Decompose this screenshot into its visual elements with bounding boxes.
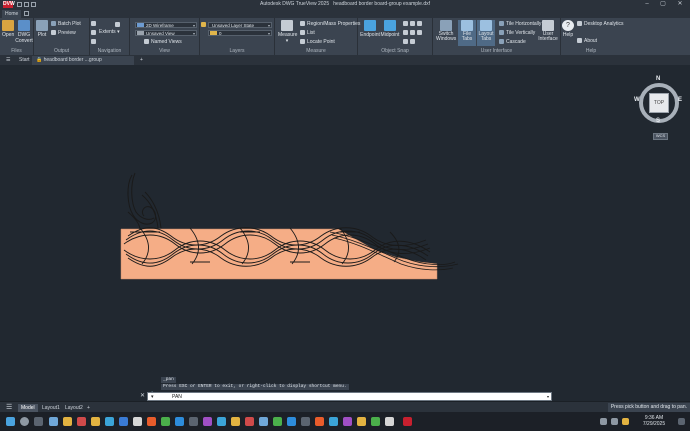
viewcube-top-face[interactable]: TOP (649, 93, 669, 113)
taskbar-app-4-icon[interactable] (119, 417, 128, 426)
taskbar-app-7-icon[interactable] (161, 417, 170, 426)
taskbar-app-1-icon[interactable] (49, 417, 58, 426)
search-icon[interactable] (20, 417, 29, 426)
command-history-2: Press ESC or ENTER to exit, or right-cli… (161, 384, 349, 390)
command-current: PAN (172, 394, 182, 400)
clock-date: 7/29/2025 (642, 421, 666, 427)
taskbar-app-2-icon[interactable] (77, 417, 86, 426)
taskbar-app-19-icon[interactable] (329, 417, 338, 426)
drawing-svg (120, 172, 459, 280)
scroll-ornament (127, 172, 162, 231)
compass-north[interactable]: N (656, 76, 660, 82)
tab-layout2[interactable]: Layout2 (62, 404, 86, 412)
command-close-icon[interactable]: ✕ (140, 392, 145, 399)
command-history-toggle-icon[interactable]: ▾ (547, 394, 549, 399)
status-message: Press pick button and drag to pan. (607, 403, 690, 412)
compass-west[interactable]: W (634, 97, 640, 103)
taskbar-app-14-icon[interactable] (259, 417, 268, 426)
tab-layout1[interactable]: Layout1 (39, 404, 63, 412)
taskbar-app-11-icon[interactable] (217, 417, 226, 426)
taskbar: 9:36 AM 7/29/2025 (0, 412, 690, 431)
taskbar-app-13-icon[interactable] (245, 417, 254, 426)
taskbar-app-16-icon[interactable] (287, 417, 296, 426)
tab-model[interactable]: Model (18, 404, 38, 412)
taskbar-app-10-icon[interactable] (203, 417, 212, 426)
tray-network-icon[interactable] (600, 418, 607, 425)
taskbar-app-12-icon[interactable] (231, 417, 240, 426)
taskbar-app-5-icon[interactable] (133, 417, 142, 426)
command-history-1: _pan (161, 377, 176, 383)
command-line-input[interactable]: ▾ PAN ▾ (147, 392, 552, 401)
dwg-trueview-taskbar-icon[interactable] (403, 417, 412, 426)
file-explorer-icon[interactable] (63, 417, 72, 426)
taskbar-app-15-icon[interactable] (273, 417, 282, 426)
tray-volume-icon[interactable] (611, 418, 618, 425)
taskbar-app-17-icon[interactable] (301, 417, 310, 426)
edge-icon[interactable] (105, 417, 114, 426)
taskbar-app-3-icon[interactable] (91, 417, 100, 426)
taskbar-app-8-icon[interactable] (175, 417, 184, 426)
layout-menu-icon[interactable]: ☰ (3, 404, 15, 412)
compass-east[interactable]: E (678, 97, 682, 103)
taskbar-app-20-icon[interactable] (343, 417, 352, 426)
taskbar-app-9-icon[interactable] (189, 417, 198, 426)
taskbar-app-6-icon[interactable] (147, 417, 156, 426)
command-prompt-icon[interactable]: ▾ (151, 394, 154, 400)
compass-south[interactable]: S (656, 118, 660, 124)
windows-start-icon[interactable] (6, 417, 15, 426)
clock[interactable]: 9:36 AM 7/29/2025 (634, 415, 674, 427)
task-view-icon[interactable] (34, 417, 43, 426)
tray-app-icon[interactable] (622, 418, 629, 425)
taskbar-app-22-icon[interactable] (371, 417, 380, 426)
taskbar-app-23-icon[interactable] (385, 417, 394, 426)
taskbar-app-21-icon[interactable] (357, 417, 366, 426)
wcs-menu[interactable]: WCS (653, 133, 668, 140)
add-layout-button[interactable]: + (84, 404, 93, 412)
notification-icon[interactable] (678, 418, 685, 425)
taskbar-app-18-icon[interactable] (315, 417, 324, 426)
